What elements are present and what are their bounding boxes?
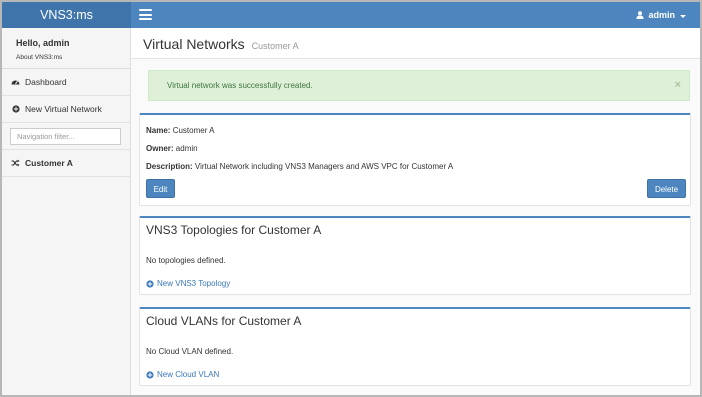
name-label: Name:	[146, 126, 171, 135]
user-menu-label: admin	[648, 10, 675, 20]
vlans-empty-text: No Cloud VLAN defined.	[146, 347, 234, 356]
topologies-title: VNS3 Topologies for Customer A	[146, 223, 322, 237]
sidebar-item-label: New Virtual Network	[25, 104, 102, 114]
alert-text: Virtual network was successfully created…	[167, 81, 313, 90]
topologies-panel: VNS3 Topologies for Customer A No topolo…	[139, 216, 691, 295]
sidebar: Hello, admin About VNS3:ms Dashboard New…	[2, 28, 131, 395]
description-value: Virtual Network including VNS3 Managers …	[194, 162, 454, 171]
top-navbar: VNS3:ms admin	[2, 2, 700, 28]
hamburger-menu-icon[interactable]	[139, 9, 152, 21]
new-topology-label: New VNS3 Topology	[157, 279, 231, 288]
network-details-panel: Name: Customer A Owner: admin Descriptio…	[139, 113, 691, 206]
delete-button[interactable]: Delete	[647, 179, 686, 198]
page-title: Virtual Networks	[143, 36, 245, 52]
brand-logo[interactable]: VNS3:ms	[2, 2, 131, 28]
page-subtitle: Customer A	[251, 41, 299, 51]
navigation-filter-row	[2, 123, 130, 150]
success-alert: Virtual network was successfully created…	[148, 70, 690, 101]
description-label: Description:	[146, 162, 193, 171]
user-menu[interactable]: admin	[636, 2, 686, 28]
owner-value: admin	[175, 144, 198, 153]
edit-button[interactable]: Edit	[146, 179, 175, 198]
caret-down-icon	[680, 14, 686, 18]
new-cloud-vlan-label: New Cloud VLAN	[157, 370, 220, 379]
greeting: Hello, admin	[16, 38, 70, 48]
dashboard-icon	[11, 78, 20, 87]
topologies-empty-text: No topologies defined.	[146, 256, 226, 265]
user-icon	[636, 11, 644, 19]
plus-circle-icon	[146, 279, 154, 288]
new-cloud-vlan-link[interactable]: New Cloud VLAN	[146, 370, 219, 379]
sidebar-item-customer-a[interactable]: Customer A	[2, 150, 130, 177]
main-content: Virtual Networks Customer A Virtual netw…	[131, 28, 700, 395]
owner-label: Owner:	[146, 144, 174, 153]
owner-row: Owner: admin	[146, 144, 198, 153]
page-header: Virtual Networks Customer A	[131, 28, 700, 59]
sidebar-item-new-virtual-network[interactable]: New Virtual Network	[2, 96, 130, 123]
close-icon[interactable]: ×	[675, 79, 681, 91]
new-topology-link[interactable]: New VNS3 Topology	[146, 279, 230, 288]
navigation-filter-input[interactable]	[10, 128, 121, 145]
description-row: Description: Virtual Network including V…	[146, 162, 453, 171]
plus-circle-icon	[146, 370, 154, 379]
cloud-vlans-panel: Cloud VLANs for Customer A No Cloud VLAN…	[139, 307, 691, 386]
about-link[interactable]: About VNS3:ms	[16, 54, 130, 61]
sidebar-greeting-block: Hello, admin About VNS3:ms	[2, 28, 130, 69]
sidebar-item-dashboard[interactable]: Dashboard	[2, 69, 130, 96]
name-row: Name: Customer A	[146, 126, 214, 135]
shuffle-icon	[11, 159, 20, 168]
sidebar-item-label: Dashboard	[25, 77, 67, 87]
plus-circle-icon	[11, 105, 20, 114]
name-value: Customer A	[172, 126, 215, 135]
sidebar-network-label: Customer A	[25, 158, 73, 168]
vlans-title: Cloud VLANs for Customer A	[146, 314, 302, 328]
